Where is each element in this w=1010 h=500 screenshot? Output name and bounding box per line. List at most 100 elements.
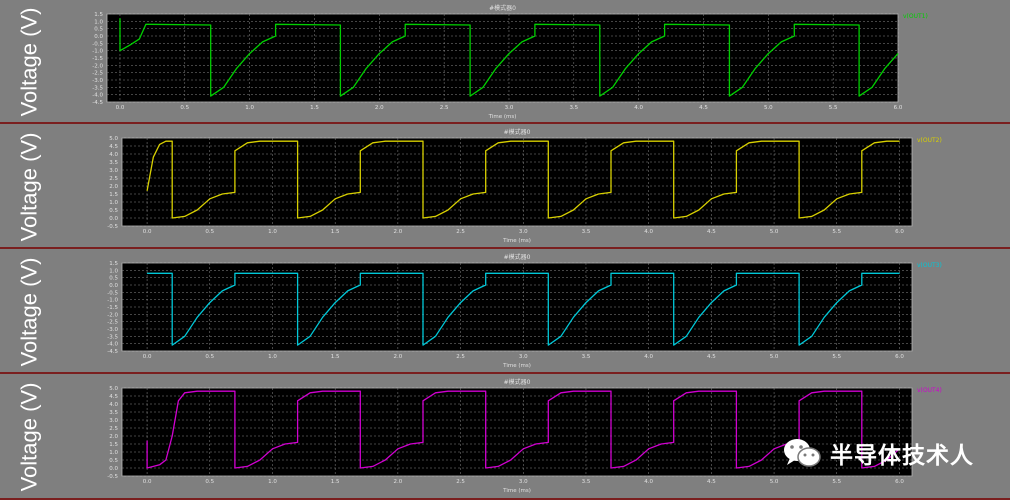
data-point — [159, 144, 160, 145]
y-tick-label: -1.0 — [107, 298, 118, 304]
x-tick-label: 3.0 — [519, 229, 528, 235]
data-point — [871, 87, 873, 88]
y-tick-label: -1.5 — [92, 56, 103, 62]
data-point — [899, 140, 900, 142]
data-point — [798, 344, 800, 346]
chart-panel-2: Voltage (V) #模式器0 5.0 4.5 4.0 3.5 3.0 2.5 2.0 1.5… — [0, 124, 1010, 249]
x-tick-label: 0.5 — [180, 105, 189, 111]
data-point — [485, 284, 487, 286]
x-tick-label: 4.0 — [644, 354, 653, 360]
y-tick-label: -3.5 — [107, 334, 118, 340]
x-tick-label: 2.0 — [393, 479, 402, 485]
y-tick-label: 4.5 — [109, 144, 118, 150]
data-point — [249, 53, 250, 54]
data-point — [686, 336, 687, 337]
x-tick-label: 1.5 — [331, 229, 340, 235]
data-point — [360, 390, 361, 392]
y-tick-label: 1.5 — [109, 261, 118, 267]
data-point — [523, 448, 524, 450]
data-point — [145, 24, 147, 25]
data-point — [836, 302, 838, 303]
y-tick-label: 3.0 — [109, 168, 118, 174]
data-point — [573, 317, 574, 318]
x-tick-label: 3.5 — [582, 479, 591, 485]
data-point — [297, 217, 298, 219]
data-point — [297, 344, 298, 346]
data-point — [360, 467, 361, 469]
data-point — [360, 273, 361, 274]
data-point — [736, 150, 737, 152]
data-point — [272, 448, 273, 450]
x-tick-label: 1.5 — [310, 105, 319, 111]
data-point — [482, 87, 484, 88]
x-tick-label: 1.0 — [268, 354, 277, 360]
data-point — [234, 273, 236, 274]
data-point — [548, 217, 549, 219]
y-tick-label: -0.5 — [107, 290, 118, 296]
data-point — [460, 302, 461, 303]
data-point — [585, 302, 587, 303]
data-point — [610, 467, 612, 469]
y-tick-label: -4.0 — [107, 342, 118, 348]
data-point — [360, 284, 361, 286]
data-point — [379, 53, 380, 54]
y-tick-label: -2.5 — [107, 320, 118, 326]
y-axis-label-text: Voltage (V) — [16, 132, 41, 241]
y-tick-label: 0.0 — [94, 34, 103, 40]
data-point — [585, 198, 587, 200]
data-point — [222, 290, 223, 292]
x-tick-label: 0.0 — [143, 354, 152, 360]
data-point — [625, 68, 626, 69]
legend-entry: v(OUT4) — [917, 387, 942, 394]
y-tick-label: 4.5 — [109, 394, 118, 400]
y-axis-label-text: Voltage (V) — [16, 382, 41, 492]
data-point — [360, 192, 361, 193]
data-point — [698, 317, 700, 318]
data-point — [262, 41, 263, 43]
chart-panel-1: Voltage (V) #模式器0 1.5 1.0 0.5 0.0 -0.5 -1.0 -1.5… — [0, 0, 1010, 124]
data-point — [309, 336, 311, 337]
watermark-text: 半导体技术人 — [830, 443, 974, 469]
data-point — [823, 317, 825, 318]
data-point — [234, 390, 236, 392]
data-point — [858, 95, 860, 97]
data-point — [209, 302, 211, 303]
data-point — [623, 142, 624, 144]
data-point — [548, 344, 549, 346]
y-tick-label: 1.5 — [94, 12, 103, 18]
data-point — [210, 95, 211, 97]
x-tick-label: 5.0 — [764, 105, 773, 111]
data-point — [899, 273, 900, 274]
data-point — [548, 400, 549, 402]
y-tick-label: 1.5 — [109, 192, 118, 198]
data-point — [469, 24, 471, 26]
data-point — [534, 24, 536, 25]
data-point — [347, 193, 349, 195]
y-tick-label: 0.5 — [109, 276, 118, 282]
x-tick-label: 2.5 — [456, 354, 465, 360]
data-point — [598, 193, 599, 195]
data-point — [886, 140, 888, 142]
data-point — [247, 142, 248, 144]
data-point — [798, 273, 800, 274]
legend-entry: v(OUT2) — [917, 137, 942, 144]
data-point — [598, 290, 599, 292]
data-point — [610, 284, 612, 286]
chart-panel-3: Voltage (V) #模式器0 1.5 1.0 0.5 0.0 -0.5 -1.0 -1.5… — [0, 249, 1010, 374]
data-point — [165, 140, 167, 142]
data-point — [410, 443, 411, 445]
data-point — [171, 273, 173, 274]
data-point — [275, 24, 276, 25]
x-tick-label: 0.5 — [205, 229, 214, 235]
data-point — [623, 466, 624, 467]
x-tick-label: 3.5 — [569, 105, 578, 111]
data-point — [130, 44, 131, 46]
data-point — [610, 273, 612, 274]
data-point — [322, 390, 323, 392]
data-point — [742, 87, 743, 88]
wechat-icon — [784, 439, 821, 467]
y-tick-label: 5.0 — [109, 386, 118, 392]
data-point — [849, 290, 850, 292]
y-tick-label: 3.5 — [109, 410, 118, 416]
data-point — [148, 24, 149, 25]
